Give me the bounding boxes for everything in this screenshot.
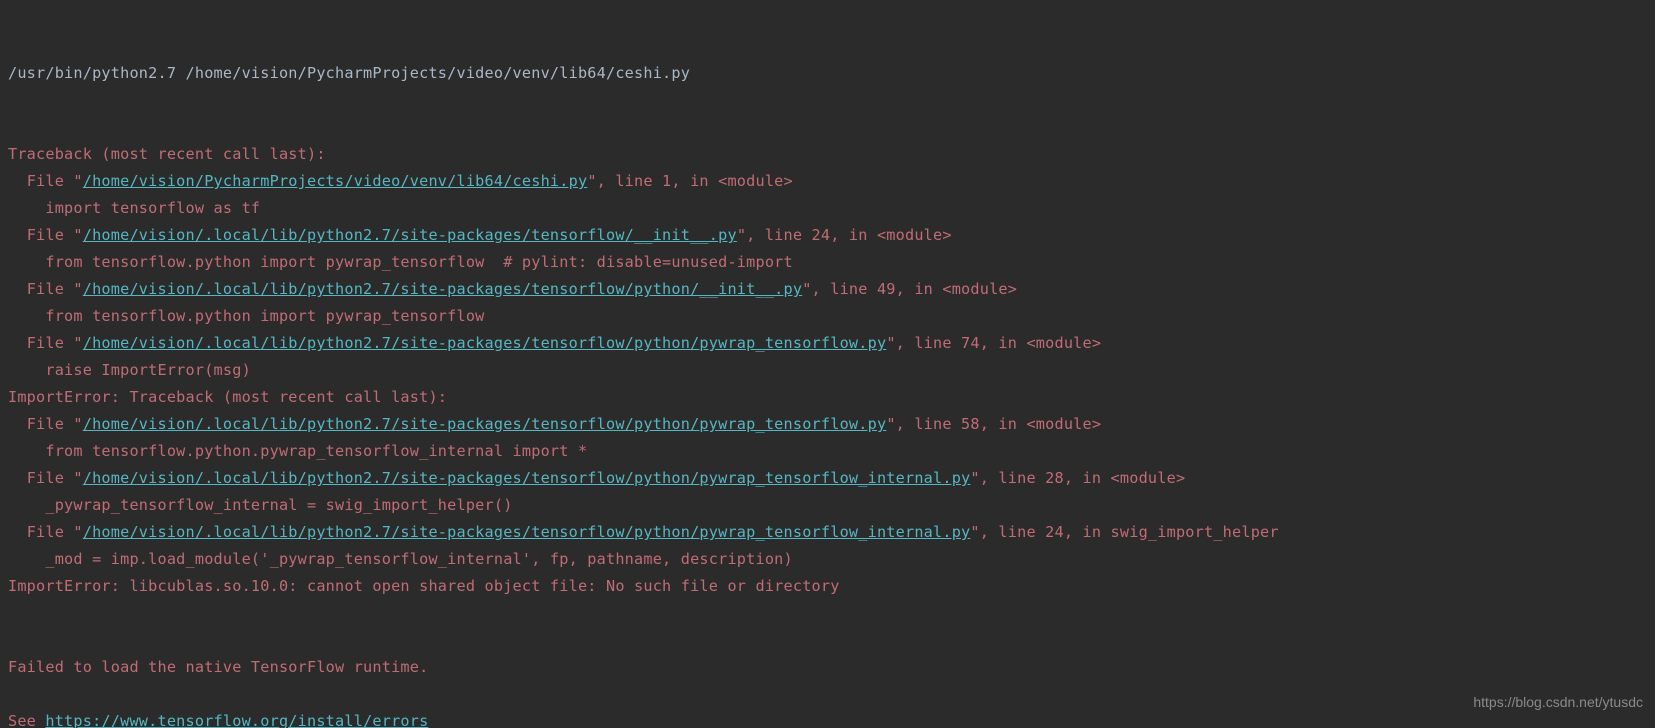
file-link[interactable]: /home/vision/.local/lib/python2.7/site-p… [83,469,971,487]
text-segment: ", line 74, in <module> [886,334,1101,352]
console-line: ImportError: Traceback (most recent call… [8,384,1647,411]
indent [8,361,45,379]
file-link[interactable]: /home/vision/.local/lib/python2.7/site-p… [83,226,737,244]
indent [8,280,27,298]
console-line: import tensorflow as tf [8,195,1647,222]
indent [8,550,45,568]
text-segment: File " [27,226,83,244]
console-line [8,627,1647,654]
file-link[interactable]: https://www.tensorflow.org/install/error… [45,712,428,728]
text-segment: File " [27,469,83,487]
command-line: /usr/bin/python2.7 /home/vision/PycharmP… [8,60,1647,87]
indent [8,523,27,541]
console-line: File "/home/vision/.local/lib/python2.7/… [8,465,1647,492]
traceback-block: Traceback (most recent call last): File … [8,141,1647,728]
text-segment: raise ImportError(msg) [45,361,251,379]
file-link[interactable]: /home/vision/PycharmProjects/video/venv/… [83,172,588,190]
indent [8,172,27,190]
console-line: from tensorflow.python.pywrap_tensorflow… [8,438,1647,465]
text-segment: from tensorflow.python import pywrap_ten… [45,253,793,271]
indent [8,199,45,217]
console-line: File "/home/vision/.local/lib/python2.7/… [8,519,1647,546]
text-segment: ", line 24, in <module> [737,226,952,244]
text-segment: from tensorflow.python.pywrap_tensorflow… [45,442,587,460]
text-segment: _pywrap_tensorflow_internal = swig_impor… [45,496,512,514]
watermark: https://blog.csdn.net/ytusdc [1473,689,1643,716]
console-line: Traceback (most recent call last): [8,141,1647,168]
console-line: File "/home/vision/.local/lib/python2.7/… [8,276,1647,303]
text-segment: File " [27,172,83,190]
text-segment: Failed to load the native TensorFlow run… [8,658,428,676]
console-line: File "/home/vision/PycharmProjects/video… [8,168,1647,195]
text-segment: ImportError: Traceback (most recent call… [8,388,447,406]
text-segment: ", line 28, in <module> [970,469,1185,487]
text-segment: ", line 58, in <module> [886,415,1101,433]
text-segment: Traceback (most recent call last): [8,145,326,163]
text-segment: from tensorflow.python import pywrap_ten… [45,307,484,325]
indent [8,253,45,271]
file-link[interactable]: /home/vision/.local/lib/python2.7/site-p… [83,280,802,298]
indent [8,442,45,460]
console-line: ImportError: libcublas.so.10.0: cannot o… [8,573,1647,600]
text-segment: ImportError: libcublas.so.10.0: cannot o… [8,577,840,595]
text-segment: File " [27,334,83,352]
console-line: File "/home/vision/.local/lib/python2.7/… [8,330,1647,357]
console-line: See https://www.tensorflow.org/install/e… [8,708,1647,728]
indent [8,334,27,352]
console-line: _mod = imp.load_module('_pywrap_tensorfl… [8,546,1647,573]
console-line [8,681,1647,708]
console-line: Failed to load the native TensorFlow run… [8,654,1647,681]
indent [8,226,27,244]
console-line [8,600,1647,627]
console-line: File "/home/vision/.local/lib/python2.7/… [8,222,1647,249]
text-segment: File " [27,523,83,541]
console-output: /usr/bin/python2.7 /home/vision/PycharmP… [0,0,1655,728]
console-line: from tensorflow.python import pywrap_ten… [8,303,1647,330]
console-line: File "/home/vision/.local/lib/python2.7/… [8,411,1647,438]
console-line: _pywrap_tensorflow_internal = swig_impor… [8,492,1647,519]
indent [8,415,27,433]
text-segment: See [8,712,45,728]
indent [8,469,27,487]
file-link[interactable]: /home/vision/.local/lib/python2.7/site-p… [83,415,887,433]
console-line: from tensorflow.python import pywrap_ten… [8,249,1647,276]
text-segment: ", line 49, in <module> [802,280,1017,298]
text-segment: ", line 24, in swig_import_helper [970,523,1278,541]
file-link[interactable]: /home/vision/.local/lib/python2.7/site-p… [83,334,887,352]
text-segment: _mod = imp.load_module('_pywrap_tensorfl… [45,550,793,568]
console-line: raise ImportError(msg) [8,357,1647,384]
text-segment: import tensorflow as tf [45,199,260,217]
text-segment: File " [27,280,83,298]
indent [8,496,45,514]
file-link[interactable]: /home/vision/.local/lib/python2.7/site-p… [83,523,971,541]
indent [8,307,45,325]
text-segment: File " [27,415,83,433]
text-segment: ", line 1, in <module> [587,172,793,190]
